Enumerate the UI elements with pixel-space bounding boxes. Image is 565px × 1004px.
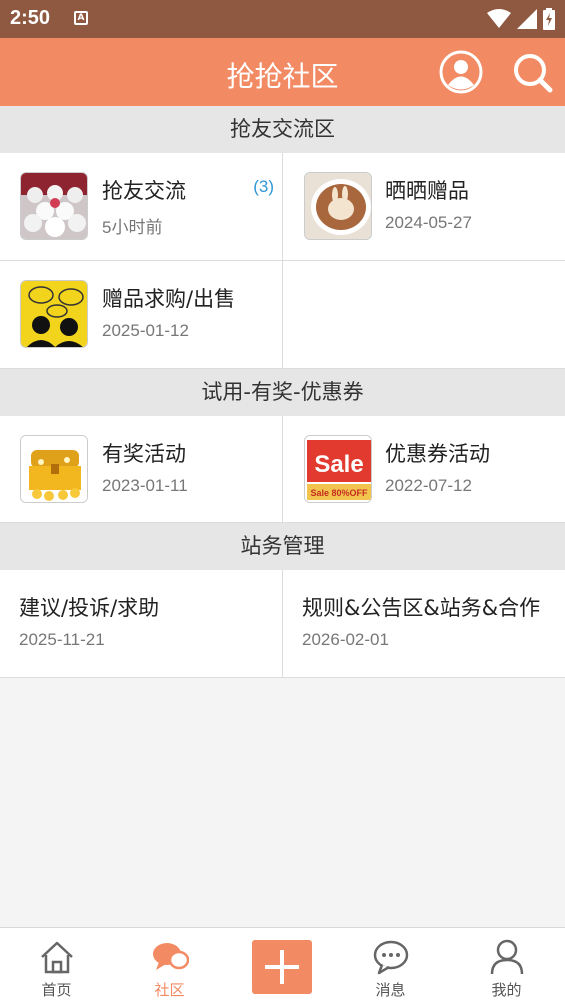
tab-label: 社区 — [154, 981, 185, 999]
forum-title: 抢友交流 — [102, 179, 186, 203]
status-icons — [487, 8, 555, 30]
forum-item-chat[interactable]: 抢友交流 5小时前 (3) — [0, 153, 283, 261]
tab-label: 消息 — [375, 981, 406, 999]
forum-date: 2022-07-12 — [385, 476, 472, 495]
coffee-thumbnail — [304, 172, 372, 240]
forum-date: 2025-11-21 — [19, 630, 105, 649]
section-header-chat: 抢友交流区 — [0, 106, 565, 153]
section-header-promos: 试用-有奖-优惠券 — [0, 369, 565, 416]
status-bar: 2:50 A — [0, 0, 565, 38]
treasure-chest-thumbnail — [20, 435, 88, 503]
forum-title: 优惠券活动 — [385, 442, 490, 466]
forum-title: 有奖活动 — [102, 442, 186, 466]
forum-date: 5小时前 — [102, 218, 163, 237]
user-icon — [490, 939, 523, 975]
section-header-site-admin: 站务管理 — [0, 523, 565, 570]
forum-date: 2024-05-27 — [385, 213, 472, 232]
forum-item-empty — [283, 261, 565, 369]
tab-label: 我的 — [491, 981, 522, 999]
forum-date: 2025-01-12 — [102, 321, 189, 340]
forum-title: 晒晒赠品 — [385, 179, 469, 203]
bottom-tab-bar: 首页 社区 消息 我的 — [0, 927, 565, 1004]
forum-title: 规则&公告区&站务&合作 — [302, 596, 541, 620]
sale-thumbnail-subtext: Sale 80%OFF — [310, 488, 368, 498]
forum-item-buy-sell[interactable]: 赠品求购/出售 2025-01-12 — [0, 261, 283, 369]
crowd-thumbnail — [20, 172, 88, 240]
sale-thumbnail-text: Sale — [314, 451, 363, 478]
forum-item-show-gifts[interactable]: 晒晒赠品 2024-05-27 — [283, 153, 565, 261]
forum-title: 建议/投诉/求助 — [19, 596, 160, 620]
home-icon — [40, 941, 73, 974]
message-icon — [373, 940, 408, 975]
tab-community[interactable]: 社区 — [113, 928, 226, 1004]
battery-icon — [543, 8, 555, 30]
wifi-icon — [487, 9, 511, 28]
status-time: 2:50 — [10, 7, 51, 29]
forum-item-prize-events[interactable]: 有奖活动 2023-01-11 — [0, 416, 283, 523]
chat-bubbles-icon — [152, 943, 189, 970]
forum-date: 2026-02-01 — [302, 630, 389, 649]
new-post-count: (3) — [253, 177, 274, 196]
sale-thumbnail: Sale Sale 80%OFF — [304, 435, 372, 503]
app-header: 抢抢社区 — [0, 38, 565, 106]
forum-date: 2023-01-11 — [102, 476, 188, 495]
tab-label: 首页 — [41, 981, 72, 999]
tab-messages[interactable]: 消息 — [334, 928, 447, 1004]
tab-home[interactable]: 首页 — [0, 928, 113, 1004]
forum-item-rules[interactable]: 规则&公告区&站务&合作 2026-02-01 — [283, 570, 565, 678]
profile-icon[interactable] — [439, 50, 483, 94]
add-post-button[interactable] — [252, 940, 312, 994]
forum-item-coupons[interactable]: Sale Sale 80%OFF 优惠券活动 2022-07-12 — [283, 416, 565, 523]
chat-heads-thumbnail — [20, 280, 88, 348]
search-icon[interactable] — [510, 50, 554, 94]
signal-icon — [517, 9, 537, 29]
notification-a-icon: A — [74, 11, 88, 25]
plus-icon — [265, 950, 299, 984]
forum-item-feedback[interactable]: 建议/投诉/求助 2025-11-21 — [0, 570, 283, 678]
forum-title: 赠品求购/出售 — [102, 287, 236, 311]
tab-profile[interactable]: 我的 — [450, 928, 563, 1004]
